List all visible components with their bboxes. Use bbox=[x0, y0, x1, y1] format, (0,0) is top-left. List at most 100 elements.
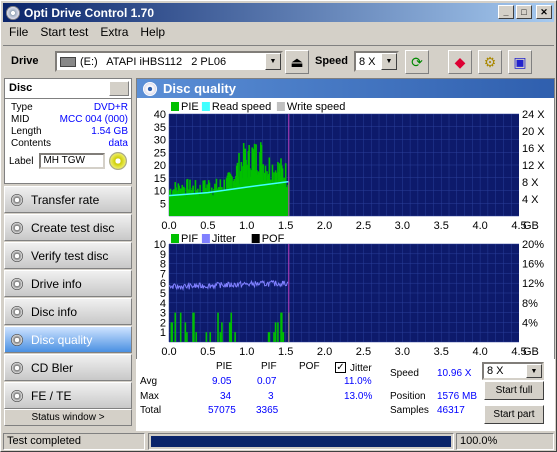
position-value: 1576 MB bbox=[437, 391, 478, 402]
nav-disc-quality[interactable]: Disc quality bbox=[4, 326, 132, 353]
y2-tick-label: 8 X bbox=[522, 177, 539, 189]
stats-header-pie: PIE bbox=[216, 361, 233, 372]
chevron-down-icon[interactable]: ▼ bbox=[526, 364, 542, 378]
x-tick-label: 2.5 bbox=[356, 220, 371, 232]
disc-icon bbox=[11, 389, 23, 402]
eject-button[interactable]: ⏏ bbox=[285, 50, 309, 74]
y-tick-label: 35 bbox=[154, 122, 166, 134]
legend-swatch bbox=[201, 234, 210, 243]
close-button[interactable]: ✕ bbox=[536, 5, 552, 19]
nav-disc-info[interactable]: Disc info bbox=[4, 298, 132, 325]
disc-label-apply-icon[interactable] bbox=[109, 152, 127, 170]
menu-start-test[interactable]: Start test bbox=[34, 25, 94, 39]
nav-label: Transfer rate bbox=[31, 192, 100, 207]
chevron-down-icon[interactable]: ▼ bbox=[381, 53, 397, 70]
x-tick-label: 1.5 bbox=[278, 346, 293, 358]
disc-quality-icon bbox=[143, 81, 157, 96]
pif-bar bbox=[219, 332, 222, 342]
y-tick-label: 40 bbox=[154, 109, 166, 121]
menu-extra[interactable]: Extra bbox=[94, 25, 134, 39]
pif-bar bbox=[217, 312, 219, 342]
stats-total-pif: 3365 bbox=[256, 405, 279, 416]
y2-tick-label: 8% bbox=[522, 298, 538, 310]
x-tick-label: 3.5 bbox=[434, 220, 449, 232]
nav-verify-test-disc[interactable]: Verify test disc bbox=[4, 242, 132, 269]
start-full-button[interactable]: Start full bbox=[484, 381, 544, 400]
save-button[interactable]: ▣ bbox=[508, 50, 532, 74]
disc-key: Type bbox=[11, 102, 33, 113]
stats-label-total: Total bbox=[140, 405, 162, 416]
disc-icon bbox=[11, 249, 23, 262]
stats-avg-pif: 0.07 bbox=[257, 376, 277, 387]
gears-icon: ⚙ bbox=[483, 53, 497, 70]
x-tick-label: 1.0 bbox=[239, 220, 254, 232]
speed-select[interactable]: 8 X ▼ bbox=[354, 51, 399, 72]
jitter-checkbox[interactable]: ✓ bbox=[335, 362, 346, 373]
disc-icon bbox=[11, 221, 23, 234]
pif-bar bbox=[209, 332, 212, 342]
nav-create-test-disc[interactable]: Create test disc bbox=[4, 214, 132, 241]
disc-toggle-button[interactable] bbox=[109, 81, 129, 96]
x-tick-label: 4.0 bbox=[472, 220, 487, 232]
pif-bar bbox=[205, 332, 208, 342]
disc-value: MCC 004 (000) bbox=[59, 114, 128, 125]
pif-bar bbox=[230, 312, 233, 342]
x-tick-label: 1.5 bbox=[278, 220, 293, 232]
x-tick-label: 0.0 bbox=[161, 220, 176, 232]
disc-icon bbox=[11, 193, 23, 206]
test-speed-select[interactable]: 8 X ▼ bbox=[482, 362, 544, 380]
nav-cd-bler[interactable]: CD Bler bbox=[4, 354, 132, 381]
legend-label: POF bbox=[262, 233, 285, 245]
app-window: Opti Drive Control 1.70 _ □ ✕ File Start… bbox=[0, 0, 557, 452]
nav-transfer-rate[interactable]: Transfer rate bbox=[4, 186, 132, 213]
drive-select[interactable]: (E:) ATAPI iHBS112 2 PL06 ▼ bbox=[55, 51, 283, 72]
stats-max-pif: 3 bbox=[268, 391, 274, 402]
pif-bar bbox=[179, 312, 182, 342]
stats-total-pie: 57075 bbox=[208, 405, 236, 416]
erase-button[interactable]: ◆ bbox=[448, 50, 472, 74]
settings-button[interactable]: ⚙ bbox=[478, 50, 502, 74]
y2-tick-label: 16 X bbox=[522, 143, 545, 155]
start-part-button[interactable]: Start part bbox=[484, 405, 544, 424]
progress-percent: 100.0% bbox=[456, 433, 554, 450]
chevron-down-icon[interactable]: ▼ bbox=[265, 53, 281, 70]
pif-bar bbox=[282, 332, 285, 342]
y-tick-label: 30 bbox=[154, 135, 166, 147]
disc-key: Contents bbox=[11, 138, 52, 149]
pif-bar bbox=[184, 322, 187, 342]
nav-drive-info[interactable]: Drive info bbox=[4, 270, 132, 297]
nav-label: Verify test disc bbox=[31, 248, 109, 263]
refresh-button[interactable]: ⟳ bbox=[405, 50, 429, 74]
disc-label-key: Label bbox=[9, 155, 34, 167]
y-tick-label: 10 bbox=[154, 239, 166, 251]
y2-tick-label: 24 X bbox=[522, 109, 545, 121]
maximize-button[interactable]: □ bbox=[516, 5, 532, 19]
y2-tick-label: 20 X bbox=[522, 126, 545, 138]
disc-label-input[interactable]: MH TGW bbox=[39, 153, 106, 169]
disc-header-label: Disc bbox=[9, 82, 33, 94]
disc-row-type: Type DVD+R bbox=[5, 102, 131, 114]
pie-chart: 0.0 0.5 1.0 1.5 2.0 2.5 3.0 3.5 4.0 4.5GB51015202… bbox=[139, 100, 554, 234]
progress-bar bbox=[148, 433, 454, 450]
x-tick-label: 0.5 bbox=[200, 346, 215, 358]
refresh-icon: ⟳ bbox=[411, 53, 423, 70]
menu-help[interactable]: Help bbox=[134, 25, 171, 39]
disc-icon bbox=[11, 333, 23, 346]
minimize-button[interactable]: _ bbox=[498, 5, 514, 19]
eraser-icon: ◆ bbox=[454, 53, 466, 70]
x-tick-label: 3.0 bbox=[395, 346, 410, 358]
stats-avg-pie: 9.05 bbox=[212, 376, 232, 387]
y2-tick-label: 4 X bbox=[522, 194, 539, 206]
nav-fe-te[interactable]: FE / TE bbox=[4, 382, 132, 409]
app-icon bbox=[6, 5, 20, 20]
status-window-button[interactable]: Status window > bbox=[4, 409, 132, 426]
x-tick-label: 3.5 bbox=[434, 346, 449, 358]
disc-row-mid: MID MCC 004 (000) bbox=[5, 114, 131, 126]
pif-bar bbox=[186, 332, 188, 342]
menu-file[interactable]: File bbox=[3, 25, 34, 39]
pif-bar bbox=[195, 332, 198, 342]
y2-tick-label: 16% bbox=[522, 259, 544, 271]
legend-label: Read speed bbox=[212, 101, 271, 113]
legend-label: Jitter bbox=[212, 233, 236, 245]
speed-label: Speed bbox=[315, 55, 349, 67]
